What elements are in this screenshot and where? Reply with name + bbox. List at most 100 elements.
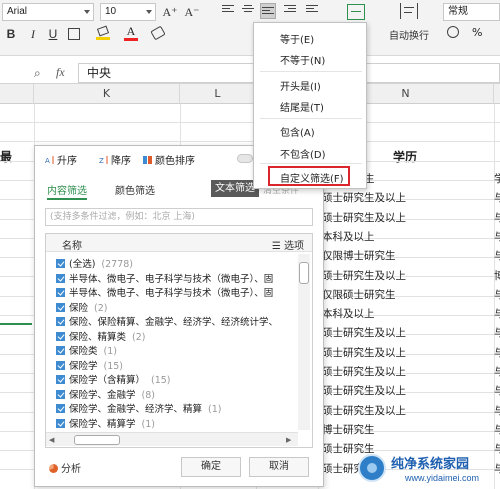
menu-item[interactable]: 结尾是(T) <box>280 99 324 114</box>
header-cell-education[interactable]: 学历 <box>393 148 417 165</box>
percent-icon[interactable]: % <box>472 26 482 39</box>
cell-right-column[interactable]: 学 <box>494 171 500 186</box>
checkbox-checked-icon[interactable] <box>56 346 65 355</box>
cell-education[interactable]: 仅限硕士研究生 <box>322 287 396 302</box>
checkbox-checked-icon[interactable] <box>56 418 65 428</box>
filter-search-input[interactable]: (支持多条件过滤，例如：北京 上海) <box>45 208 313 226</box>
menu-item[interactable]: 开头是(I) <box>280 78 321 93</box>
align-bottom-button[interactable] <box>260 3 276 19</box>
sort-ascending-button[interactable]: A 升序 <box>45 152 77 167</box>
align-middle-icon[interactable] <box>242 5 254 15</box>
checkbox-checked-icon[interactable] <box>56 259 65 268</box>
outdent-icon[interactable] <box>306 5 318 15</box>
analysis-button[interactable]: 分析 <box>49 460 81 475</box>
cell-education[interactable]: 博士研究生 <box>322 422 375 437</box>
number-format-select[interactable]: 常规 <box>443 3 500 21</box>
sort-ascending-icon: A <box>45 155 55 165</box>
cell-right-column[interactable]: 与 <box>494 229 500 244</box>
checkbox-checked-icon[interactable] <box>56 389 65 399</box>
grow-font-button[interactable]: A⁺ <box>162 3 178 21</box>
toggle-switch[interactable] <box>237 154 253 163</box>
list-item[interactable]: 保险学、精算学 (1) <box>56 416 294 432</box>
fx-label[interactable]: fx <box>56 65 65 80</box>
cell-right-column[interactable]: 与 <box>494 287 500 302</box>
cell-education[interactable]: 硕士研究生及以上 <box>322 190 406 205</box>
cell-right-column[interactable]: 与 <box>494 248 500 263</box>
cancel-button[interactable]: 取消 <box>249 457 309 477</box>
cell-education[interactable]: 硕士研究生及以上 <box>322 364 406 379</box>
column-header-J[interactable] <box>0 84 34 104</box>
scroll-right-icon[interactable]: ▶ <box>286 436 291 444</box>
cell-education[interactable]: 硕士研究生及以上 <box>322 210 406 225</box>
zoom-icon[interactable]: ⌕ <box>34 66 41 81</box>
color-sort-button[interactable]: 颜色排序 <box>143 152 195 167</box>
font-color-icon[interactable]: A <box>124 25 138 41</box>
fill-color-icon[interactable] <box>96 25 110 41</box>
sort-descending-button[interactable]: Z 降序 <box>99 152 131 167</box>
horizontal-scrollbar[interactable]: ◀ ▶ <box>46 432 298 446</box>
border-icon[interactable] <box>68 28 80 40</box>
menu-item[interactable]: 等于(E) <box>280 31 314 46</box>
column-letter: K <box>102 87 111 100</box>
ok-button[interactable]: 确定 <box>181 457 241 477</box>
cell-right-column[interactable]: 与 <box>494 364 500 379</box>
horizontal-scroll-thumb[interactable] <box>74 435 120 445</box>
cell-education[interactable]: 硕士研究生及以上 <box>322 325 406 340</box>
cell-right-column[interactable]: 与 <box>494 383 500 398</box>
text-filter-button[interactable]: 文本筛选 <box>211 180 259 197</box>
italic-button[interactable]: I <box>26 25 40 43</box>
checkbox-checked-icon[interactable] <box>56 302 65 312</box>
column-header-L[interactable]: L <box>180 84 256 104</box>
merge-cells-icon[interactable] <box>347 4 365 20</box>
menu-item[interactable]: 不包含(D) <box>280 146 326 161</box>
vertical-scrollbar[interactable] <box>298 254 310 430</box>
shrink-font-button[interactable]: A⁻ <box>184 3 200 21</box>
cell-right-column[interactable]: 博 <box>494 268 500 283</box>
cell-right-column[interactable]: 与 <box>494 306 500 321</box>
currency-icon[interactable] <box>447 26 459 38</box>
cell-education[interactable]: 硕士研究生及以上 <box>322 268 406 283</box>
cell-education[interactable]: 硕士研究生及以上 <box>322 345 406 360</box>
checkbox-checked-icon[interactable] <box>56 331 65 341</box>
cell-right-column[interactable]: 与 <box>494 210 500 225</box>
cell-education[interactable]: 硕士研究生及以上 <box>322 383 406 398</box>
cell-education[interactable]: 硕士研究生及以上 <box>322 403 406 418</box>
underline-button[interactable]: U <box>46 25 60 43</box>
column-header-K[interactable]: K <box>34 84 180 104</box>
cell-right-column[interactable]: 与 <box>494 422 500 437</box>
options-button[interactable]: ☰ 选项 <box>272 237 304 252</box>
menu-item[interactable]: 自定义筛选(F) <box>280 170 344 185</box>
cell-education[interactable]: 仅限博士研究生 <box>322 248 396 263</box>
tab-color-filter[interactable]: 颜色筛选 <box>115 182 155 197</box>
bold-button[interactable]: B <box>4 25 18 43</box>
scroll-left-icon[interactable]: ◀ <box>49 436 54 444</box>
cell-right-column[interactable]: 与 <box>494 345 500 360</box>
menu-item[interactable]: 不等于(N) <box>280 52 325 67</box>
pie-chart-icon <box>49 464 58 473</box>
indent-icon[interactable] <box>284 5 296 15</box>
wrap-text-icon[interactable] <box>400 3 418 19</box>
wrap-text-label[interactable]: 自动换行 <box>389 27 429 42</box>
checkbox-checked-icon[interactable] <box>56 404 65 413</box>
font-name-select[interactable]: Arial <box>2 3 94 21</box>
cell-education[interactable]: 本科及以上 <box>322 306 375 321</box>
checkbox-checked-icon[interactable] <box>56 360 65 370</box>
checkbox-checked-icon[interactable] <box>56 317 65 326</box>
cell-education[interactable]: 本科及以上 <box>322 229 375 244</box>
tab-content-filter[interactable]: 内容筛选 <box>47 182 87 200</box>
vertical-scroll-thumb[interactable] <box>299 262 309 284</box>
cell-right-column[interactable]: 与 <box>494 190 500 205</box>
cell-right-column[interactable]: 与 <box>494 325 500 340</box>
align-top-icon[interactable] <box>222 5 234 15</box>
checkbox-checked-icon[interactable] <box>56 288 65 297</box>
selected-row-marker <box>0 323 32 325</box>
header-cell-left[interactable]: 最 <box>0 148 12 165</box>
checkbox-checked-icon[interactable] <box>56 375 65 384</box>
checkbox-checked-icon[interactable] <box>56 273 65 283</box>
menu-item[interactable]: 包含(A) <box>280 124 315 139</box>
watermark-title: 纯净系统家园 <box>391 457 470 472</box>
eraser-icon[interactable] <box>150 25 166 41</box>
cell-right-column[interactable]: 与 <box>494 403 500 418</box>
font-size-select[interactable]: 10 <box>100 3 156 21</box>
options-label: 选项 <box>284 241 304 252</box>
